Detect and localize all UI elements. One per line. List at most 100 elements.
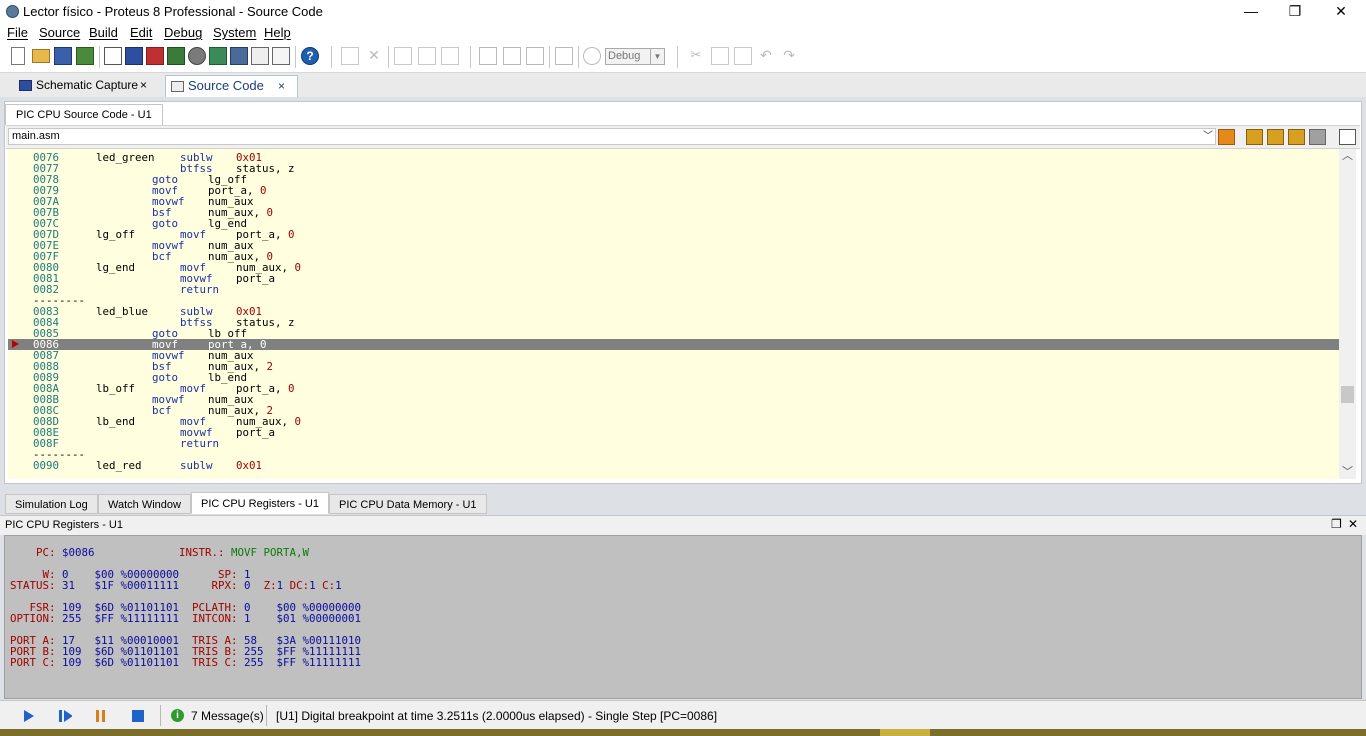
register-label: Z:	[263, 579, 277, 592]
home-icon[interactable]	[104, 47, 122, 65]
close-tab-icon[interactable]: ×	[278, 76, 285, 96]
register-label: PORT C:	[10, 656, 63, 669]
schematic-capture-icon[interactable]	[125, 47, 143, 65]
register-value: 1	[276, 579, 290, 592]
pause-icon[interactable]	[94, 709, 108, 723]
info-icon[interactable]: i	[171, 709, 184, 722]
registers-header: PIC CPU Registers - U1 ❐ ✕	[0, 515, 1366, 535]
cut-icon[interactable]: ✂	[687, 47, 705, 65]
message-count[interactable]: 7 Message(s)	[191, 709, 264, 723]
code-line[interactable]: 0089 goto lb_end	[8, 372, 1339, 383]
stop-icon[interactable]	[131, 709, 145, 723]
play-icon[interactable]	[22, 709, 36, 723]
open-source-icon[interactable]	[418, 47, 436, 65]
tab-watch-window[interactable]: Watch Window	[98, 494, 191, 514]
register-label: OPTION:	[10, 612, 63, 625]
menu-debug[interactable]: Debug	[164, 25, 202, 40]
minimize-button[interactable]: —	[1228, 0, 1274, 22]
add-file-icon[interactable]	[341, 47, 359, 65]
save-source-icon[interactable]	[441, 47, 459, 65]
run-to-cursor-icon[interactable]	[1218, 129, 1235, 145]
register-label: STATUS:	[10, 579, 63, 592]
new-file-icon[interactable]	[11, 47, 25, 65]
3d-viewer-icon[interactable]	[167, 47, 185, 65]
register-label: INSTR.:	[94, 546, 232, 559]
configuration-select[interactable]: Debug ▼	[605, 48, 665, 65]
design-explorer-icon[interactable]	[209, 47, 227, 65]
close-window-button[interactable]: ✕	[1318, 0, 1364, 22]
toggle-breakpoint-icon[interactable]	[1339, 129, 1356, 145]
operands: port_a	[236, 427, 275, 438]
tab-schematic-capture[interactable]: Schematic Capture ×	[14, 75, 159, 97]
register-label: C:	[322, 579, 336, 592]
help-icon[interactable]: ?	[301, 47, 319, 65]
step-out-icon[interactable]	[1288, 129, 1305, 145]
source-code-icon[interactable]	[251, 47, 269, 65]
scroll-down-icon[interactable]: ﹀	[1339, 465, 1356, 479]
opcode: return	[180, 437, 220, 450]
debug-window-tabs: Simulation Log Watch Window PIC CPU Regi…	[4, 492, 1362, 514]
menu-file[interactable]: File	[7, 25, 28, 40]
register-value: 255 $FF %11111111	[62, 612, 180, 625]
notes-icon[interactable]	[272, 47, 290, 65]
undo-icon[interactable]: ↶	[757, 47, 775, 65]
step-into-icon[interactable]	[1267, 129, 1284, 145]
source-scrollbar[interactable]: ︿ ﹀	[1339, 149, 1356, 479]
remove-file-icon[interactable]: ✕	[365, 47, 383, 65]
restore-button[interactable]: ❐	[1272, 0, 1318, 22]
build-settings-icon[interactable]	[583, 47, 601, 65]
register-value: 1	[309, 579, 323, 592]
register-row: PC: $0086 INSTR.: MOVF PORTA,W	[10, 547, 309, 558]
import-icon[interactable]	[76, 47, 94, 65]
opcode: bcf	[152, 404, 172, 417]
save-icon[interactable]	[54, 47, 72, 65]
register-label: DC:	[289, 579, 310, 592]
code-line[interactable]: 0090 led_red sublw 0x01	[8, 460, 1339, 471]
code-line[interactable]: 008F return	[8, 438, 1339, 449]
float-window-icon[interactable]: ❐	[1331, 517, 1342, 531]
tab-pic-cpu-data-memory[interactable]: PIC CPU Data Memory - U1	[329, 494, 487, 514]
menu-source[interactable]: Source	[39, 25, 80, 40]
redo-icon[interactable]: ↷	[780, 47, 798, 65]
chevron-down-icon: ﹀	[1203, 131, 1213, 142]
schematic-icon	[19, 80, 32, 91]
chip-icon[interactable]	[555, 47, 573, 65]
menu-build[interactable]: Build	[89, 25, 118, 40]
clean-project-icon[interactable]	[526, 47, 544, 65]
scroll-up-icon[interactable]: ︿	[1339, 149, 1356, 163]
register-value: $0086	[62, 546, 95, 559]
menu-help[interactable]: Help	[264, 25, 291, 40]
rebuild-project-icon[interactable]	[503, 47, 521, 65]
scroll-thumb[interactable]	[1341, 386, 1354, 403]
tab-source-code[interactable]: Source Code ×	[165, 75, 298, 97]
opcode: sublw	[180, 459, 213, 472]
build-project-icon[interactable]	[479, 47, 497, 65]
step-over-icon[interactable]	[1246, 129, 1263, 145]
source-file-select[interactable]: main.asm ﹀	[8, 128, 1216, 145]
status-message: [U1] Digital breakpoint at time 3.2511s …	[276, 709, 718, 723]
tab-simulation-log[interactable]: Simulation Log	[5, 494, 98, 514]
menu-edit[interactable]: Edit	[130, 25, 152, 40]
gerber-viewer-icon[interactable]	[188, 47, 206, 65]
close-tab-icon[interactable]: ×	[140, 75, 147, 95]
menu-system[interactable]: System	[213, 25, 256, 40]
pcb-layout-icon[interactable]	[146, 47, 164, 65]
step-icon[interactable]	[58, 709, 72, 723]
code-line[interactable]: 007C goto lg_end	[8, 218, 1339, 229]
code-line[interactable]: 007F bcf num_aux, 0	[8, 251, 1339, 262]
source-code-editor[interactable]: 0076 led_green sublw 0x01 0077 btfss status, z…	[8, 149, 1339, 479]
code-label: led_green	[96, 151, 155, 164]
tab-pic-cpu-source-code[interactable]: PIC CPU Source Code - U1	[5, 104, 163, 125]
register-label: TRIS C:	[179, 656, 245, 669]
copy-icon[interactable]	[711, 47, 729, 65]
step-to-icon[interactable]	[1309, 129, 1326, 145]
open-folder-icon[interactable]	[32, 49, 50, 63]
bill-of-materials-icon[interactable]	[230, 47, 248, 65]
code-line[interactable]: 0082 return	[8, 284, 1339, 295]
new-source-icon[interactable]	[394, 47, 412, 65]
code-line[interactable]: 008C bcf num_aux, 2	[8, 405, 1339, 416]
tab-pic-cpu-registers[interactable]: PIC CPU Registers - U1	[191, 492, 329, 514]
close-panel-icon[interactable]: ✕	[1348, 517, 1358, 531]
paste-icon[interactable]	[734, 47, 752, 65]
taskbar-strip	[0, 729, 1366, 736]
